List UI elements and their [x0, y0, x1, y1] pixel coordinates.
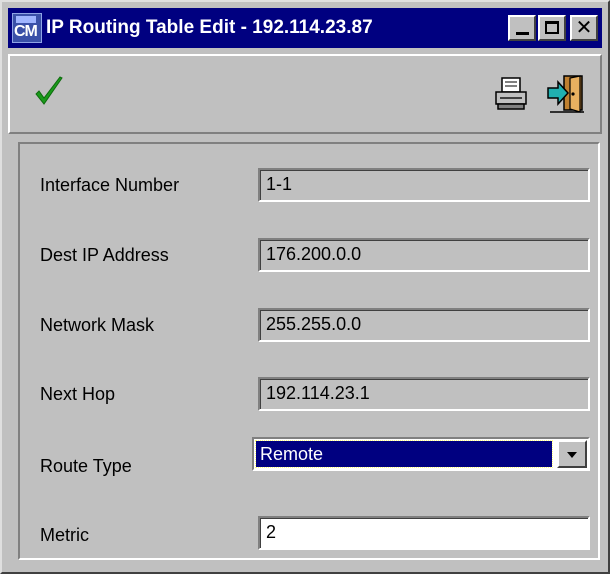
metric-label: Metric: [40, 525, 89, 545]
apply-button[interactable]: [30, 74, 70, 114]
dest-ip-field: 176.200.0.0: [258, 238, 590, 272]
network-mask-label: Network Mask: [40, 315, 155, 335]
exit-button[interactable]: [544, 72, 584, 113]
exit-door-icon: [547, 75, 584, 113]
chevron-down-icon: [567, 452, 577, 458]
route-type-selected-value[interactable]: Remote: [255, 440, 553, 468]
maximize-icon: [545, 21, 559, 34]
minimize-icon: [516, 32, 529, 35]
title-bar[interactable]: CM IP Routing Table Edit - 192.114.23.87…: [8, 8, 602, 48]
network-mask-field: 255.255.0.0: [258, 308, 590, 342]
maximize-button[interactable]: [538, 15, 566, 41]
app-icon-label: CM: [14, 23, 38, 40]
toolbar: [8, 54, 602, 134]
printer-icon: [495, 77, 527, 110]
close-button[interactable]: ✕: [570, 15, 598, 41]
window-title: IP Routing Table Edit - 192.114.23.87: [46, 17, 373, 38]
interface-number-field: 1-1: [258, 168, 590, 202]
next-hop-field: 192.114.23.1: [258, 377, 590, 411]
ip-routing-table-edit-window: CM IP Routing Table Edit - 192.114.23.87…: [0, 0, 610, 574]
next-hop-label: Next Hop: [40, 384, 116, 404]
metric-input[interactable]: 2: [258, 516, 590, 550]
interface-number-label: Interface Number: [40, 175, 180, 195]
route-type-label: Route Type: [40, 456, 132, 476]
dest-ip-label: Dest IP Address: [40, 245, 169, 265]
route-type-dropdown[interactable]: Remote: [252, 437, 590, 471]
close-icon: ✕: [575, 17, 593, 39]
dropdown-arrow-button[interactable]: [557, 440, 587, 468]
checkmark-icon: [35, 76, 63, 105]
print-button[interactable]: [492, 74, 532, 114]
route-form-panel: Interface Number 1-1 Dest IP Address 176…: [18, 142, 600, 560]
app-icon[interactable]: CM: [12, 13, 42, 43]
minimize-button[interactable]: [508, 15, 536, 41]
